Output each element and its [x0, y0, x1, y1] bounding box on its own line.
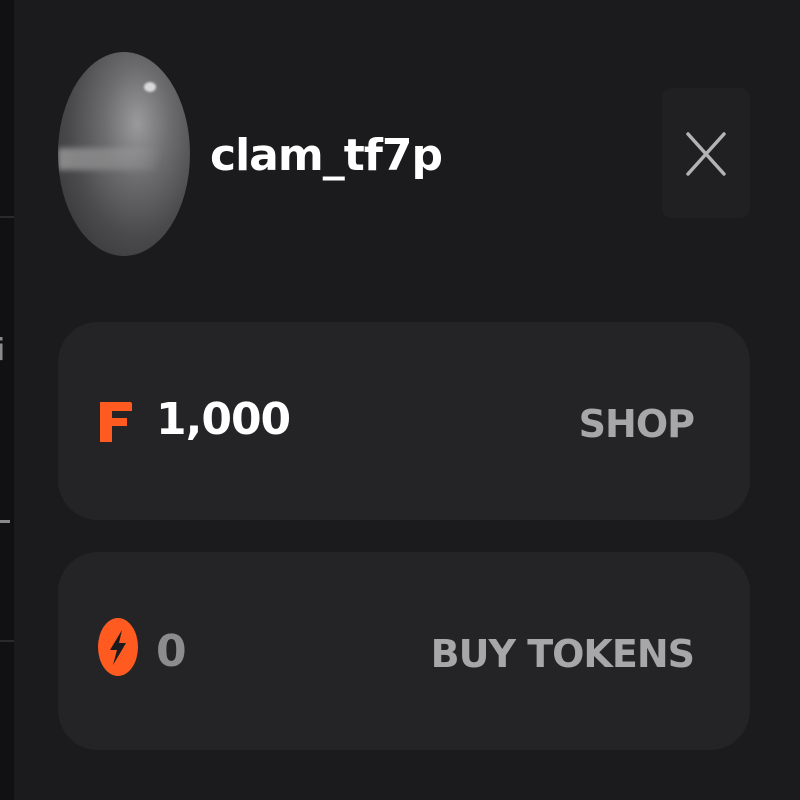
tokens-card: 0 BUY TOKENS — [58, 552, 750, 750]
close-button[interactable] — [662, 88, 750, 218]
page-backdrop: i — [0, 0, 14, 800]
backdrop-divider — [0, 520, 10, 523]
backdrop-glyph: i — [0, 333, 6, 368]
buy-tokens-button[interactable]: BUY TOKENS — [431, 626, 695, 682]
tokens-amount: 0 — [156, 626, 187, 677]
username: clam_tf7p — [210, 130, 443, 181]
f-coin-icon — [96, 398, 134, 450]
close-icon — [686, 132, 726, 176]
lightning-token-icon — [96, 616, 140, 682]
avatar-texture — [58, 148, 158, 170]
backdrop-divider — [0, 640, 14, 642]
coins-amount: 1,000 — [156, 394, 291, 445]
backdrop-divider — [0, 216, 14, 218]
shop-button[interactable]: SHOP — [579, 396, 695, 452]
profile-drawer-screen: i clam_tf7p 1,000 SHOP 0 BUY TOKENS — [0, 0, 800, 800]
profile-panel: clam_tf7p 1,000 SHOP 0 BUY TOKENS — [14, 0, 800, 800]
coins-card: 1,000 SHOP — [58, 322, 750, 520]
avatar-texture — [144, 82, 156, 92]
avatar[interactable] — [58, 52, 190, 256]
